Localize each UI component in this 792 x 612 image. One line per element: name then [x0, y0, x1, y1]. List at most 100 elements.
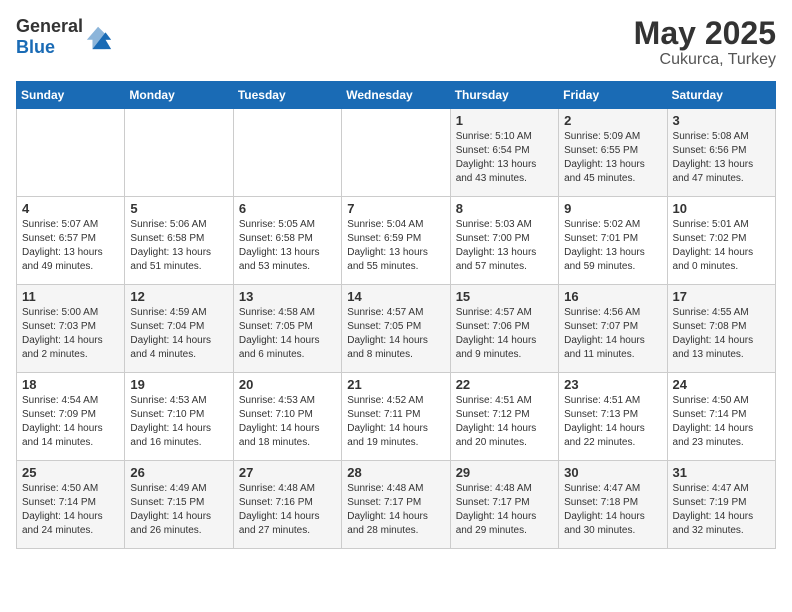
cell-info: Sunrise: 4:47 AM Sunset: 7:18 PM Dayligh…	[564, 482, 661, 538]
cell-info: Sunrise: 4:50 AM Sunset: 7:14 PM Dayligh…	[22, 482, 119, 538]
cell-info: Sunrise: 4:54 AM Sunset: 7:09 PM Dayligh…	[22, 394, 119, 450]
calendar-table: SundayMondayTuesdayWednesdayThursdayFrid…	[16, 81, 776, 549]
day-number: 14	[347, 289, 444, 304]
calendar-cell: 2 Sunrise: 5:09 AM Sunset: 6:55 PM Daylig…	[559, 109, 667, 197]
day-number: 21	[347, 377, 444, 392]
title-block: May 2025 Cukurca, Turkey	[634, 16, 776, 69]
day-number: 6	[239, 201, 336, 216]
logo-text: General Blue	[16, 16, 83, 58]
cell-info: Sunrise: 4:51 AM Sunset: 7:13 PM Dayligh…	[564, 394, 661, 450]
day-number: 16	[564, 289, 661, 304]
cell-info: Sunrise: 4:50 AM Sunset: 7:14 PM Dayligh…	[673, 394, 770, 450]
logo-general: General	[16, 16, 83, 36]
cell-info: Sunrise: 4:57 AM Sunset: 7:06 PM Dayligh…	[456, 306, 553, 362]
calendar-cell: 4 Sunrise: 5:07 AM Sunset: 6:57 PM Daylig…	[17, 197, 125, 285]
weekday-row: SundayMondayTuesdayWednesdayThursdayFrid…	[17, 82, 776, 109]
day-number: 29	[456, 465, 553, 480]
cell-info: Sunrise: 4:52 AM Sunset: 7:11 PM Dayligh…	[347, 394, 444, 450]
calendar-cell: 10Sunrise: 5:01 AM Sunset: 7:02 PM Dayli…	[667, 197, 775, 285]
cell-info: Sunrise: 5:10 AM Sunset: 6:54 PM Dayligh…	[456, 130, 553, 186]
weekday-header-friday: Friday	[559, 82, 667, 109]
calendar-cell: 6Sunrise: 5:05 AM Sunset: 6:58 PM Daylig…	[233, 197, 341, 285]
calendar-cell: 15 Sunrise: 4:57 AM Sunset: 7:06 PM Dayli…	[450, 285, 558, 373]
calendar-cell	[125, 109, 233, 197]
day-number: 19	[130, 377, 227, 392]
weekday-header-saturday: Saturday	[667, 82, 775, 109]
weekday-header-sunday: Sunday	[17, 82, 125, 109]
cell-info: Sunrise: 4:57 AM Sunset: 7:05 PM Dayligh…	[347, 306, 444, 362]
logo: General Blue	[16, 16, 113, 58]
cell-info: Sunrise: 5:04 AM Sunset: 6:59 PM Dayligh…	[347, 218, 444, 274]
calendar-week-4: 18Sunrise: 4:54 AM Sunset: 7:09 PM Dayli…	[17, 373, 776, 461]
day-number: 13	[239, 289, 336, 304]
calendar-cell	[17, 109, 125, 197]
day-number: 9	[564, 201, 661, 216]
calendar-cell: 28 Sunrise: 4:48 AM Sunset: 7:17 PM Dayli…	[342, 461, 450, 549]
calendar-cell	[342, 109, 450, 197]
calendar-cell: 25 Sunrise: 4:50 AM Sunset: 7:14 PM Dayli…	[17, 461, 125, 549]
day-number: 15	[456, 289, 553, 304]
day-number: 20	[239, 377, 336, 392]
calendar-cell: 17Sunrise: 4:55 AM Sunset: 7:08 PM Dayli…	[667, 285, 775, 373]
day-number: 31	[673, 465, 770, 480]
calendar-week-5: 25 Sunrise: 4:50 AM Sunset: 7:14 PM Dayli…	[17, 461, 776, 549]
cell-info: Sunrise: 4:47 AM Sunset: 7:19 PM Dayligh…	[673, 482, 770, 538]
calendar-cell: 9Sunrise: 5:02 AM Sunset: 7:01 PM Daylig…	[559, 197, 667, 285]
cell-info: Sunrise: 4:51 AM Sunset: 7:12 PM Dayligh…	[456, 394, 553, 450]
weekday-header-wednesday: Wednesday	[342, 82, 450, 109]
cell-info: Sunrise: 5:09 AM Sunset: 6:55 PM Dayligh…	[564, 130, 661, 186]
day-number: 24	[673, 377, 770, 392]
calendar-body: 1 Sunrise: 5:10 AM Sunset: 6:54 PM Daylig…	[17, 109, 776, 549]
calendar-cell: 7Sunrise: 5:04 AM Sunset: 6:59 PM Daylig…	[342, 197, 450, 285]
calendar-cell: 12Sunrise: 4:59 AM Sunset: 7:04 PM Dayli…	[125, 285, 233, 373]
calendar-cell: 11 Sunrise: 5:00 AM Sunset: 7:03 PM Dayli…	[17, 285, 125, 373]
cell-info: Sunrise: 4:48 AM Sunset: 7:17 PM Dayligh…	[347, 482, 444, 538]
day-number: 12	[130, 289, 227, 304]
day-number: 25	[22, 465, 119, 480]
calendar-cell: 23Sunrise: 4:51 AM Sunset: 7:13 PM Dayli…	[559, 373, 667, 461]
calendar-week-2: 4 Sunrise: 5:07 AM Sunset: 6:57 PM Daylig…	[17, 197, 776, 285]
calendar-cell: 27 Sunrise: 4:48 AM Sunset: 7:16 PM Dayli…	[233, 461, 341, 549]
day-number: 3	[673, 113, 770, 128]
location-subtitle: Cukurca, Turkey	[634, 51, 776, 69]
calendar-cell	[233, 109, 341, 197]
day-number: 2	[564, 113, 661, 128]
calendar-cell: 19Sunrise: 4:53 AM Sunset: 7:10 PM Dayli…	[125, 373, 233, 461]
day-number: 22	[456, 377, 553, 392]
calendar-cell: 8Sunrise: 5:03 AM Sunset: 7:00 PM Daylig…	[450, 197, 558, 285]
cell-info: Sunrise: 5:07 AM Sunset: 6:57 PM Dayligh…	[22, 218, 119, 274]
calendar-cell: 16 Sunrise: 4:56 AM Sunset: 7:07 PM Dayli…	[559, 285, 667, 373]
cell-info: Sunrise: 5:08 AM Sunset: 6:56 PM Dayligh…	[673, 130, 770, 186]
calendar-cell: 30 Sunrise: 4:47 AM Sunset: 7:18 PM Dayli…	[559, 461, 667, 549]
day-number: 5	[130, 201, 227, 216]
calendar-cell: 13 Sunrise: 4:58 AM Sunset: 7:05 PM Dayli…	[233, 285, 341, 373]
day-number: 1	[456, 113, 553, 128]
day-number: 17	[673, 289, 770, 304]
cell-info: Sunrise: 4:56 AM Sunset: 7:07 PM Dayligh…	[564, 306, 661, 362]
calendar-cell: 29 Sunrise: 4:48 AM Sunset: 7:17 PM Dayli…	[450, 461, 558, 549]
cell-info: Sunrise: 4:49 AM Sunset: 7:15 PM Dayligh…	[130, 482, 227, 538]
calendar-cell: 21 Sunrise: 4:52 AM Sunset: 7:11 PM Dayli…	[342, 373, 450, 461]
calendar-week-1: 1 Sunrise: 5:10 AM Sunset: 6:54 PM Daylig…	[17, 109, 776, 197]
cell-info: Sunrise: 4:58 AM Sunset: 7:05 PM Dayligh…	[239, 306, 336, 362]
weekday-header-monday: Monday	[125, 82, 233, 109]
day-number: 8	[456, 201, 553, 216]
calendar-cell: 26Sunrise: 4:49 AM Sunset: 7:15 PM Dayli…	[125, 461, 233, 549]
day-number: 30	[564, 465, 661, 480]
calendar-cell: 22 Sunrise: 4:51 AM Sunset: 7:12 PM Dayli…	[450, 373, 558, 461]
day-number: 28	[347, 465, 444, 480]
cell-info: Sunrise: 4:48 AM Sunset: 7:16 PM Dayligh…	[239, 482, 336, 538]
day-number: 27	[239, 465, 336, 480]
cell-info: Sunrise: 4:53 AM Sunset: 7:10 PM Dayligh…	[239, 394, 336, 450]
day-number: 10	[673, 201, 770, 216]
calendar-header: SundayMondayTuesdayWednesdayThursdayFrid…	[17, 82, 776, 109]
month-year-title: May 2025	[634, 16, 776, 51]
calendar-cell: 18Sunrise: 4:54 AM Sunset: 7:09 PM Dayli…	[17, 373, 125, 461]
cell-info: Sunrise: 4:48 AM Sunset: 7:17 PM Dayligh…	[456, 482, 553, 538]
calendar-cell: 5Sunrise: 5:06 AM Sunset: 6:58 PM Daylig…	[125, 197, 233, 285]
day-number: 4	[22, 201, 119, 216]
weekday-header-tuesday: Tuesday	[233, 82, 341, 109]
day-number: 11	[22, 289, 119, 304]
logo-icon	[85, 23, 113, 51]
cell-info: Sunrise: 5:00 AM Sunset: 7:03 PM Dayligh…	[22, 306, 119, 362]
